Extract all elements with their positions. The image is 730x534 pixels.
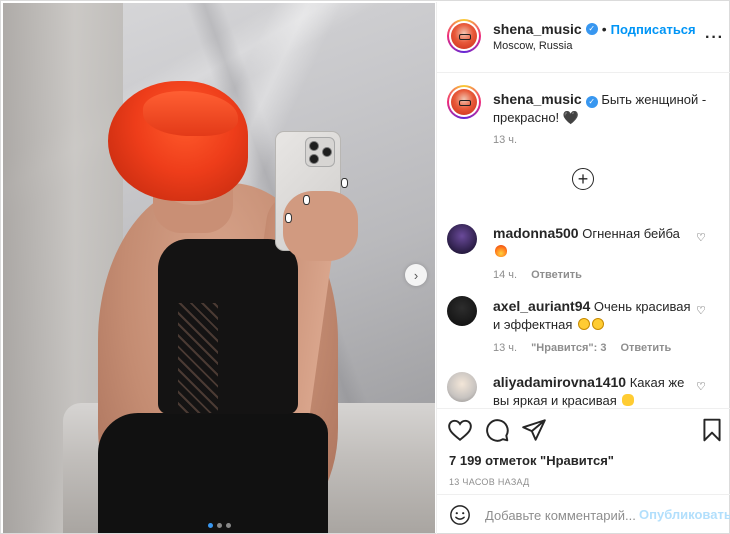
verified-badge-icon: ✓ xyxy=(585,23,598,35)
reply-button[interactable]: Ответить xyxy=(531,269,582,281)
carousel-indicator xyxy=(208,523,231,528)
comment-text: aliyadamirovna1410 Какая же вы яркая и к… xyxy=(493,373,693,408)
clap-emoji xyxy=(622,394,635,406)
post-timestamp[interactable]: 13 ЧАСОВ НАЗАД xyxy=(449,477,530,487)
next-slide-button[interactable]: › xyxy=(405,264,427,286)
bookmark-icon[interactable] xyxy=(699,417,725,443)
phone-camera xyxy=(305,137,335,167)
caption-avatar[interactable] xyxy=(447,85,481,119)
comment-time: 13 ч. xyxy=(493,342,518,354)
separator-dot: • xyxy=(601,21,607,37)
comment-like-icon[interactable]: ♡ xyxy=(696,231,706,244)
comment-text: madonna500 Огненная бейба xyxy=(493,224,693,261)
heart-icon[interactable] xyxy=(447,417,473,443)
comment-like-icon[interactable]: ♡ xyxy=(696,380,706,393)
fire-emoji xyxy=(495,245,507,257)
instagram-post: › shena_music ✓ • Подписаться Moscow, Ru… xyxy=(0,0,730,534)
smile-emoji xyxy=(578,318,590,330)
comment-username[interactable]: aliyadamirovna1410 xyxy=(493,374,626,390)
author-username[interactable]: shena_music xyxy=(493,21,582,37)
verified-badge-icon: ✓ xyxy=(585,96,598,108)
caption-text: shena_music ✓ Быть женщиной - прекрасно! … xyxy=(493,90,718,127)
carousel-dot xyxy=(226,523,231,528)
camera-lens xyxy=(322,147,332,157)
author-line: shena_music ✓ • Подписаться xyxy=(493,21,696,37)
lace-detail xyxy=(178,303,218,413)
chevron-right-icon: › xyxy=(413,267,419,283)
likes-count[interactable]: 7 199 отметок "Нравится" xyxy=(449,453,614,468)
smile-emoji xyxy=(592,318,604,330)
black-bottoms xyxy=(98,413,328,533)
comment-meta: 13 ч. "Нравится": 3 Ответить xyxy=(493,342,671,354)
commenter-avatar[interactable] xyxy=(447,372,477,402)
add-comment-bar: Опубликовать xyxy=(437,494,730,534)
comment-text: axel_auriant94 Очень красивая и эффектна… xyxy=(493,297,693,334)
comment-username[interactable]: madonna500 xyxy=(493,225,579,241)
post-location[interactable]: Moscow, Russia xyxy=(493,40,572,52)
comment-body: Огненная бейба xyxy=(582,226,680,241)
reply-button[interactable]: Ответить xyxy=(620,342,671,354)
carousel-dot xyxy=(217,523,222,528)
caption-username[interactable]: shena_music xyxy=(493,91,582,107)
more-options-icon[interactable]: ··· xyxy=(705,29,724,47)
carousel-dot xyxy=(208,523,213,528)
comments-section[interactable]: shena_music ✓ Быть женщиной - прекрасно! … xyxy=(437,74,730,408)
post-photo[interactable]: › xyxy=(3,3,435,533)
post-panel: shena_music ✓ • Подписаться Moscow, Russ… xyxy=(436,2,730,534)
post-header: shena_music ✓ • Подписаться Moscow, Russ… xyxy=(437,2,730,73)
comment-meta: 14 ч. Ответить xyxy=(493,269,582,281)
plus-circle-icon[interactable]: + xyxy=(572,168,594,190)
nail xyxy=(303,195,310,205)
share-icon[interactable] xyxy=(521,417,547,443)
comment-like-icon[interactable]: ♡ xyxy=(696,304,706,317)
woman-hand xyxy=(283,191,358,261)
post-actions: 7 199 отметок "Нравится" 13 ЧАСОВ НАЗАД xyxy=(437,408,730,503)
nail xyxy=(285,213,292,223)
commenter-avatar[interactable] xyxy=(447,296,477,326)
comment-likes[interactable]: "Нравится": 3 xyxy=(531,342,606,354)
publish-button[interactable]: Опубликовать xyxy=(639,507,730,522)
camera-lens xyxy=(309,154,319,164)
author-avatar[interactable] xyxy=(447,19,481,53)
comment-input[interactable] xyxy=(485,505,641,525)
commenter-avatar[interactable] xyxy=(447,224,477,254)
comment-username[interactable]: axel_auriant94 xyxy=(493,298,590,314)
nail xyxy=(341,178,348,188)
comment-time: 14 ч. xyxy=(493,269,518,281)
caption-time: 13 ч. xyxy=(493,134,518,146)
smiley-icon[interactable] xyxy=(449,504,471,526)
comment-icon[interactable] xyxy=(484,417,510,443)
camera-lens xyxy=(309,141,319,151)
follow-button[interactable]: Подписаться xyxy=(611,22,696,37)
